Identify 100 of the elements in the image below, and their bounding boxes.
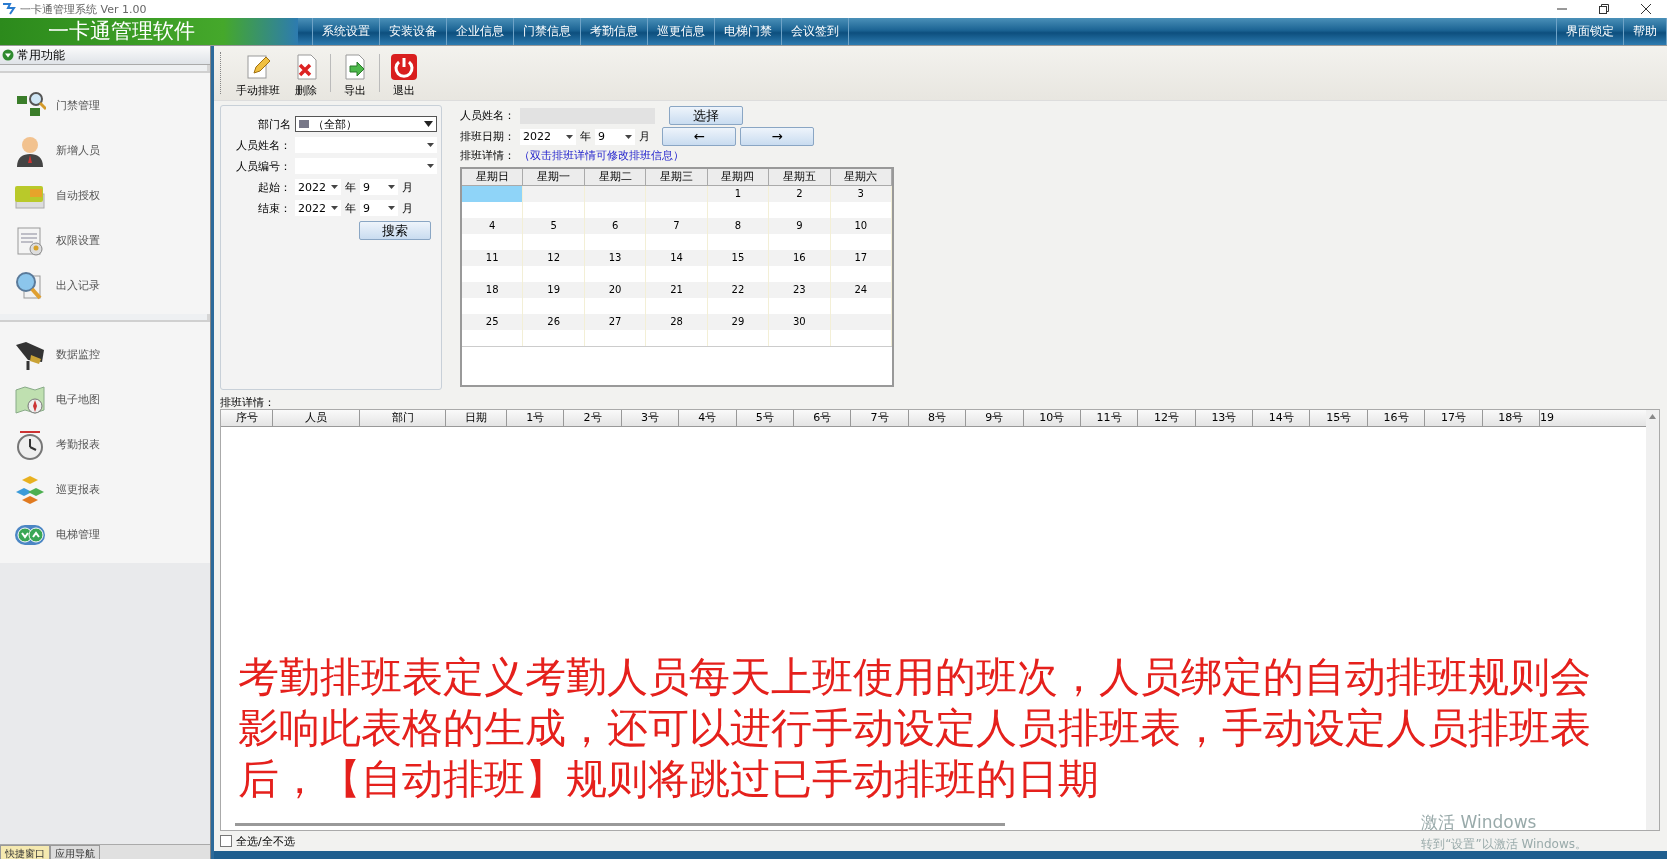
- cubes-icon: [14, 473, 46, 506]
- toolbar-button[interactable]: 退出: [384, 53, 424, 98]
- sidebar-item[interactable]: 新增人员: [0, 128, 210, 173]
- column-header: 16号: [1367, 410, 1426, 426]
- calendar-cell[interactable]: 19: [523, 282, 585, 298]
- calendar-cell[interactable]: 1: [707, 186, 770, 202]
- column-header: 19: [1540, 410, 1556, 426]
- calendar-cell[interactable]: 6: [584, 218, 647, 234]
- calendar-cell[interactable]: 11: [462, 250, 524, 266]
- dropdown-arrow-icon: [388, 185, 395, 189]
- menu-item[interactable]: 电梯门禁: [715, 18, 782, 45]
- field-label: 人员姓名：: [460, 108, 516, 123]
- menu-item[interactable]: 安装设备: [380, 18, 447, 45]
- calendar-cell[interactable]: [646, 186, 708, 202]
- column-header: 6号: [793, 410, 852, 426]
- close-icon: [1641, 4, 1651, 14]
- field-label: 排班日期：: [460, 129, 516, 144]
- unit-label: 年: [580, 129, 591, 144]
- month-dropdown[interactable]: 9: [360, 200, 398, 216]
- power-icon: [390, 53, 418, 81]
- department-dropdown[interactable]: （全部）: [295, 116, 437, 132]
- menu-item[interactable]: 企业信息: [447, 18, 514, 45]
- calendar-cell[interactable]: 10: [830, 218, 892, 234]
- calendar-cell[interactable]: 29: [707, 314, 770, 330]
- dropdown-arrow-icon: [427, 164, 434, 168]
- menu-item[interactable]: 考勤信息: [581, 18, 648, 45]
- calendar-cell[interactable]: 2: [769, 186, 831, 202]
- number-dropdown[interactable]: [295, 158, 437, 174]
- calendar-cell[interactable]: 30: [769, 314, 831, 330]
- menu-item[interactable]: 会议签到: [782, 18, 849, 45]
- year-dropdown[interactable]: 2022: [295, 179, 341, 195]
- dropdown-arrow-icon: [331, 185, 338, 189]
- calendar-cell[interactable]: 14: [646, 250, 708, 266]
- calendar-cell[interactable]: 9: [769, 218, 831, 234]
- calendar-cell[interactable]: 28: [646, 314, 708, 330]
- calendar-cell[interactable]: 12: [523, 250, 585, 266]
- section-title: 常用功能: [17, 46, 65, 64]
- sidebar-item[interactable]: 考勤报表: [0, 422, 210, 467]
- checkbox-label: 全选/全不选: [236, 833, 295, 849]
- year-dropdown[interactable]: 2022: [520, 128, 576, 145]
- caption-line: 考勤排班表定义考勤人员每天上班使用的班次，人员绑定的自动排班规则会: [238, 652, 1591, 703]
- column-header: 17号: [1425, 410, 1483, 426]
- calendar-cell[interactable]: 24: [830, 282, 892, 298]
- menu-item[interactable]: 帮助: [1624, 18, 1667, 45]
- sidebar-item[interactable]: 数据监控: [0, 332, 210, 377]
- column-header: 部门: [360, 410, 446, 426]
- calendar-cell[interactable]: 15: [707, 250, 770, 266]
- checkbox[interactable]: [220, 835, 232, 847]
- calendar-cell[interactable]: 5: [523, 218, 585, 234]
- calendar-cell[interactable]: 27: [584, 314, 647, 330]
- calendar-cell[interactable]: 17: [830, 250, 892, 266]
- calendar-cell[interactable]: 4: [462, 218, 524, 234]
- calendar-cell[interactable]: [462, 186, 524, 202]
- column-header: 1号: [507, 410, 565, 426]
- calendar-cell[interactable]: 3: [830, 186, 892, 202]
- menu-item[interactable]: 界面锁定: [1556, 18, 1624, 45]
- sidebar-item[interactable]: 巡更报表: [0, 467, 210, 512]
- clock-icon: [14, 428, 46, 461]
- panel-tab[interactable]: 应用导航: [50, 845, 100, 859]
- year-dropdown[interactable]: 2022: [295, 200, 341, 216]
- sidebar-item[interactable]: 自动授权: [0, 173, 210, 218]
- select-button[interactable]: 选择: [669, 106, 743, 125]
- dropdown-arrow-icon: [625, 134, 632, 139]
- calendar-cell[interactable]: 23: [769, 282, 831, 298]
- document-icon: [14, 224, 46, 257]
- column-header: 7号: [851, 410, 909, 426]
- toolbar-button[interactable]: 导出: [335, 53, 375, 98]
- month-dropdown[interactable]: 9: [595, 128, 635, 145]
- calendar-cell[interactable]: 8: [707, 218, 770, 234]
- sidebar-item[interactable]: 出入记录: [0, 263, 210, 308]
- calendar-cell[interactable]: 13: [584, 250, 647, 266]
- toolbar-button[interactable]: 删除: [286, 53, 326, 98]
- calendar-cell[interactable]: 16: [769, 250, 831, 266]
- unit-label: 年: [345, 200, 356, 216]
- calendar-cell[interactable]: [523, 186, 585, 202]
- next-month-button[interactable]: →: [740, 127, 814, 146]
- unit-label: 年: [345, 179, 356, 195]
- calendar-cell[interactable]: 22: [707, 282, 770, 298]
- calendar-cell[interactable]: [830, 314, 892, 330]
- search-button[interactable]: 搜索: [359, 221, 431, 240]
- calendar-cell[interactable]: 18: [462, 282, 524, 298]
- previous-month-button[interactable]: ←: [662, 127, 736, 146]
- calendar-cell[interactable]: 26: [523, 314, 585, 330]
- sidebar-item[interactable]: 电子地图: [0, 377, 210, 422]
- sidebar-item[interactable]: 电梯管理: [0, 512, 210, 557]
- name-dropdown[interactable]: [295, 137, 437, 153]
- menu-item[interactable]: 系统设置: [312, 18, 380, 45]
- calendar-cell[interactable]: [584, 186, 647, 202]
- month-dropdown[interactable]: 9: [360, 179, 398, 195]
- sidebar-item[interactable]: 门禁管理: [0, 83, 210, 128]
- menu-item[interactable]: 巡更信息: [648, 18, 715, 45]
- panel-tab[interactable]: 快捷窗口: [0, 845, 50, 859]
- app-title: 一卡通管理软件: [0, 18, 298, 45]
- calendar-cell[interactable]: 7: [646, 218, 708, 234]
- menu-item[interactable]: 门禁信息: [514, 18, 581, 45]
- calendar-cell[interactable]: 20: [584, 282, 647, 298]
- calendar-cell[interactable]: 21: [646, 282, 708, 298]
- sidebar-item[interactable]: 权限设置: [0, 218, 210, 263]
- calendar-cell[interactable]: 25: [462, 314, 524, 330]
- toolbar-button[interactable]: 手动排班: [230, 53, 286, 98]
